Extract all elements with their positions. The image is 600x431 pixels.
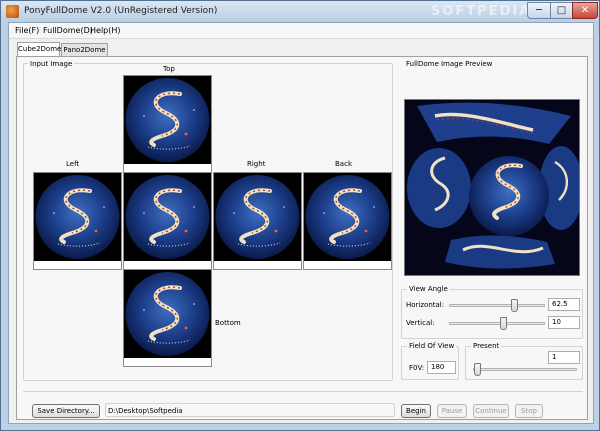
bottom-bar-separator [23, 391, 583, 392]
fov-value-field[interactable]: 180 [427, 361, 456, 374]
client-area: File(F) FullDome(D) Help(H) Cube2Dome Pa… [8, 22, 594, 424]
present-slider-track[interactable] [473, 368, 577, 371]
minimize-icon[interactable]: ─ [527, 2, 551, 19]
bottom-face-image[interactable] [123, 269, 212, 367]
back-face-image[interactable] [303, 172, 392, 270]
tab-pano2dome[interactable]: Pano2Dome [61, 43, 108, 56]
watermark: SOFTPEDIA [431, 4, 532, 19]
bottom-face-label: Bottom [215, 319, 241, 327]
title-bar[interactable]: PonyFullDome V2.0 (UnRegistered Version)… [1, 1, 599, 22]
pause-button[interactable]: Pause [437, 404, 467, 418]
path-field-frame [105, 403, 395, 417]
cube2dome-panel: Input Image Top Left Right Back Bottom F… [16, 56, 588, 420]
menu-bar: File(F) FullDome(D) Help(H) [9, 23, 593, 39]
input-image-title: Input Image [28, 60, 75, 68]
vertical-label: Vertical: [406, 319, 435, 327]
begin-button[interactable]: Begin [401, 404, 431, 418]
present-value-field[interactable]: 1 [548, 351, 580, 364]
horizontal-slider-thumb[interactable] [511, 299, 518, 312]
stop-button[interactable]: Stop [515, 404, 543, 418]
horizontal-slider-track[interactable] [449, 304, 545, 307]
horizontal-value-field[interactable]: 62.5 [548, 298, 580, 311]
left-face-label: Left [66, 160, 80, 168]
save-directory-button[interactable]: Save Directory... [32, 404, 100, 418]
top-face-image[interactable] [123, 75, 212, 173]
maximize-icon[interactable]: □ [550, 2, 573, 19]
view-angle-group [401, 289, 583, 339]
window-title: PonyFullDome V2.0 (UnRegistered Version) [24, 6, 218, 16]
field-of-view-title: Field Of View [407, 342, 457, 350]
front-face-image[interactable] [123, 172, 212, 270]
vertical-value-field[interactable]: 10 [548, 316, 580, 329]
menu-file[interactable]: File(F) [15, 26, 39, 35]
top-face-label: Top [163, 65, 175, 73]
app-icon [6, 5, 19, 18]
menu-help[interactable]: Help(H) [90, 26, 121, 35]
app-window: PonyFullDome V2.0 (UnRegistered Version)… [0, 0, 600, 431]
preview-title: FullDome Image Preview [406, 60, 493, 68]
left-face-image[interactable] [33, 172, 122, 270]
right-face-label: Right [247, 160, 266, 168]
fov-label: F0V: [409, 364, 425, 372]
view-angle-title: View Angle [407, 285, 450, 293]
vertical-slider-track[interactable] [449, 322, 545, 325]
right-face-image[interactable] [213, 172, 302, 270]
close-icon[interactable]: ✕ [572, 2, 598, 19]
continue-button[interactable]: Continue [473, 404, 509, 418]
vertical-slider-thumb[interactable] [500, 317, 507, 330]
tab-cube2dome[interactable]: Cube2Dome [17, 42, 61, 57]
fulldome-preview [404, 99, 580, 276]
horizontal-label: Horizontal: [406, 301, 445, 309]
back-face-label: Back [335, 160, 352, 168]
present-slider-thumb[interactable] [474, 363, 481, 376]
present-title: Present [471, 342, 502, 350]
menu-fulldome[interactable]: FullDome(D) [43, 26, 93, 35]
